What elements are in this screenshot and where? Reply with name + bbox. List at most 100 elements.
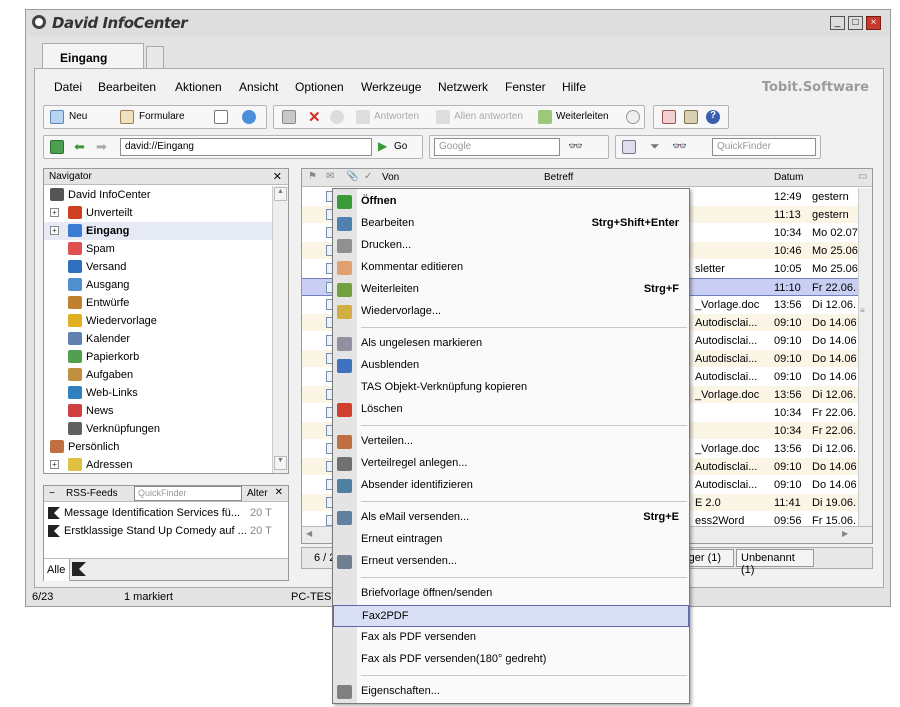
column-betreff[interactable]: Betreff [544,172,573,183]
menu-item-eigenschaften[interactable]: Eigenschaften... [333,681,689,703]
notes-icon[interactable] [684,110,698,124]
nav-item-papierkorb[interactable]: Papierkorb [44,348,272,366]
go-button[interactable]: Go [394,141,407,152]
quote-icon[interactable] [626,110,640,124]
nav-item-versand[interactable]: Versand [44,258,272,276]
menu-bearbeiten[interactable]: Bearbeiten [98,80,156,94]
rss-collapse-icon[interactable]: − [49,488,55,499]
menu-item-bearbeiten[interactable]: Bearbeiten Strg+Shift+Enter [333,213,689,235]
expand-icon[interactable]: + [50,226,59,235]
flag-column-icon[interactable]: ⚑ [308,171,317,182]
menu-item-kommentar-editieren[interactable]: Kommentar editieren [333,257,689,279]
menu-item-briefvorlage-öffnen-senden[interactable]: Briefvorlage öffnen/senden [333,583,689,605]
nav-item-ausgang[interactable]: Ausgang [44,276,272,294]
column-von[interactable]: Von [382,172,399,183]
forward-nav-icon[interactable]: ➡ [96,139,107,155]
help-icon[interactable]: ? [706,110,720,124]
column-datum[interactable]: Datum [774,172,803,183]
menu-item-löschen[interactable]: Löschen [333,399,689,421]
nav-item-wiedervorlage[interactable]: Wiedervorlage [44,312,272,330]
check-column-icon[interactable]: ✓ [364,171,372,182]
menu-hilfe[interactable]: Hilfe [562,80,586,94]
forms-button[interactable]: Formulare [139,111,185,122]
scroll-right-icon[interactable]: ▶ [842,529,848,538]
rss-tab-all[interactable]: Alle [44,559,70,581]
search-mail-icon[interactable] [330,110,344,124]
menu-item-erneut-eintragen[interactable]: Erneut eintragen [333,529,689,551]
nav-item-verknüpfungen[interactable]: Verknüpfungen [44,420,272,438]
rss-item[interactable]: Erstklassige Stand Up Comedy auf ... 20 T [44,522,288,540]
quickfinder-input[interactable]: QuickFinder [712,138,816,156]
tasks-icon[interactable] [662,110,676,124]
forward-button[interactable]: Weiterleiten [556,111,609,122]
nav-item-david-infocenter[interactable]: David InfoCenter [44,186,272,204]
nav-item-eingang[interactable]: + Eingang [44,222,272,240]
scroll-up-icon[interactable]: ▲ [274,187,287,201]
web-search-input[interactable]: Google [434,138,560,156]
nav-item-aufgaben[interactable]: Aufgaben [44,366,272,384]
menu-item-verteilregel-anlegen[interactable]: Verteilregel anlegen... [333,453,689,475]
menu-aktionen[interactable]: Aktionen [175,80,222,94]
quickfinder-binoculars-icon[interactable]: 👓 [672,139,687,153]
scroll-grip-icon[interactable]: ≡ [860,306,871,316]
tab-new[interactable] [146,46,164,69]
menu-item-ausblenden[interactable]: Ausblenden [333,355,689,377]
expand-icon[interactable]: + [50,208,59,217]
menu-item-fax-als-pdf-versenden-180-gedreht[interactable]: Fax als PDF versenden(180° gedreht) [333,649,689,671]
menu-item-öffnen[interactable]: Öffnen [333,191,689,213]
menu-netzwerk[interactable]: Netzwerk [438,80,488,94]
nav-item-kalender[interactable]: Kalender [44,330,272,348]
menu-item-weiterleiten[interactable]: Weiterleiten Strg+F [333,279,689,301]
rss-age-header[interactable]: Alter [247,488,268,499]
nav-item-news[interactable]: News [44,402,272,420]
menu-item-fax-als-pdf-versenden[interactable]: Fax als PDF versenden [333,627,689,649]
nav-item-entwürfe[interactable]: Entwürfe [44,294,272,312]
home-icon[interactable] [50,140,64,154]
menu-item-als-email-versenden[interactable]: Als eMail versenden... Strg+E [333,507,689,529]
reply-all-button[interactable]: Allen antworten [454,111,523,122]
type-column-icon[interactable]: ✉ [326,171,334,182]
refresh-icon[interactable] [242,110,256,124]
minimize-button[interactable]: _ [830,16,845,30]
rss-feed-icon[interactable] [72,562,86,576]
menu-optionen[interactable]: Optionen [295,80,344,94]
address-input[interactable]: david://Eingang [120,138,372,156]
scroll-left-icon[interactable]: ◀ [306,529,312,538]
nav-item-adressen[interactable]: + Adressen [44,456,272,473]
rss-item[interactable]: Message Identification Services fü... 20 … [44,504,288,522]
menu-datei[interactable]: Datei [54,80,82,94]
attachment-column-icon[interactable]: 📎 [346,171,358,182]
nav-item-web-links[interactable]: Web-Links [44,384,272,402]
reply-button[interactable]: Antworten [374,111,419,122]
column-chooser-icon[interactable]: ▭ [858,171,867,182]
menu-ansicht[interactable]: Ansicht [239,80,278,94]
rss-close-icon[interactable]: ✕ [275,487,283,498]
menu-werkzeuge[interactable]: Werkzeuge [361,80,421,94]
back-icon[interactable]: ⬅ [74,139,85,155]
menu-item-erneut-versenden[interactable]: Erneut versenden... [333,551,689,573]
delete-icon[interactable]: ✕ [308,108,321,126]
menu-item-absender-identifizieren[interactable]: Absender identifizieren [333,475,689,497]
list-scrollbar[interactable]: ≡ [858,188,872,526]
rss-quickfinder-input[interactable]: QuickFinder [134,486,242,501]
menu-item-als-ungelesen-markieren[interactable]: Als ungelesen markieren [333,333,689,355]
expand-icon[interactable]: + [50,460,59,469]
menu-fenster[interactable]: Fenster [505,80,546,94]
menu-item-verteilen[interactable]: Verteilen... [333,431,689,453]
footer-tab-unbenannt[interactable]: Unbenannt (1) [736,549,814,576]
menu-item-fax2pdf[interactable]: Fax2PDF [333,605,689,627]
navigator-close-icon[interactable]: ✕ [273,170,282,183]
binoculars-icon[interactable]: 👓 [568,139,583,153]
scroll-down-icon[interactable]: ▼ [274,456,287,470]
checklist-icon[interactable] [214,110,228,124]
print-icon[interactable] [282,110,296,124]
nav-item-persönlich[interactable]: −Persönlich [44,438,272,456]
nav-item-unverteilt[interactable]: + Unverteilt [44,204,272,222]
menu-item-drucken[interactable]: Drucken... [333,235,689,257]
new-button[interactable]: Neu [69,111,87,122]
close-button[interactable]: × [866,16,881,30]
filter-icon[interactable]: ⏷ [650,139,660,154]
nav-item-spam[interactable]: Spam [44,240,272,258]
tab-eingang[interactable]: Eingang [42,43,144,69]
menu-item-tas-objekt-verknüpfung-kopieren[interactable]: TAS Objekt-Verknüpfung kopieren [333,377,689,399]
